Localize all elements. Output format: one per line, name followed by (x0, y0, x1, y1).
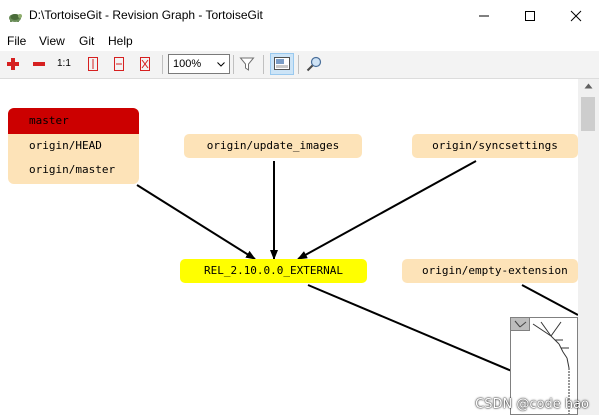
fit-window-button[interactable] (135, 54, 155, 74)
magnifier-icon (306, 56, 322, 72)
branch-origin-master-label: origin/master (29, 163, 116, 176)
zoom-out-button[interactable] (29, 54, 49, 74)
edge-syncsettings-to-tag (297, 160, 477, 260)
toolbar-separator (162, 55, 163, 74)
fit-window-icon (140, 57, 150, 71)
zoom-value: 100% (173, 58, 202, 70)
scroll-thumb[interactable] (581, 97, 595, 131)
toolbar-separator (263, 55, 264, 74)
minus-icon (33, 62, 45, 66)
close-button[interactable] (553, 0, 599, 31)
fit-height-icon (88, 57, 98, 71)
branch-master-label: master (8, 108, 139, 134)
branch-origin-update-images[interactable]: origin/update_images (184, 134, 362, 158)
zoom-dropdown[interactable]: 100% (168, 54, 230, 74)
minimize-button[interactable] (461, 0, 507, 31)
menu-bar: File View Git Help (0, 31, 599, 51)
edge-empty-extension-outgoing (521, 284, 578, 316)
toolbar-separator (233, 55, 234, 74)
funnel-icon (239, 57, 255, 71)
fit-width-icon (114, 57, 124, 71)
branch-group-master[interactable]: master origin/HEAD origin/master (8, 108, 139, 184)
chevron-down-icon (217, 62, 225, 67)
menu-git[interactable]: Git (79, 34, 94, 48)
tortoisegit-app-icon (7, 8, 23, 24)
revision-graph-window: D:\TortoiseGit - Revision Graph - Tortoi… (0, 0, 599, 415)
branch-origin-empty-extension[interactable]: origin/empty-extension (402, 259, 578, 283)
toolbar-separator (298, 55, 299, 74)
show-overview-button[interactable] (270, 53, 294, 75)
branch-origin-syncsettings[interactable]: origin/syncsettings (412, 134, 578, 158)
fit-width-button[interactable] (109, 54, 129, 74)
tag-rel-2-10-external[interactable]: REL_2.10.0.0_EXTERNAL (180, 259, 367, 283)
one-to-one-label: 1:1 (57, 58, 71, 69)
plus-icon (7, 58, 19, 70)
find-button[interactable] (304, 54, 324, 74)
fit-height-button[interactable] (83, 54, 103, 74)
minimize-icon (479, 15, 489, 17)
revision-graph-canvas[interactable]: master origin/HEAD origin/master origin/… (0, 79, 578, 415)
title-bar: D:\TortoiseGit - Revision Graph - Tortoi… (0, 0, 599, 31)
vertical-scrollbar[interactable] (578, 79, 599, 415)
menu-file[interactable]: File (7, 34, 26, 48)
window-title: D:\TortoiseGit - Revision Graph - Tortoi… (29, 8, 263, 22)
zoom-in-button[interactable] (3, 54, 23, 74)
watermark-text: CSDN @code hao (475, 397, 589, 412)
toolbar: 1:1 100% (0, 51, 599, 79)
zoom-original-button[interactable]: 1:1 (55, 54, 75, 74)
menu-help[interactable]: Help (108, 34, 133, 48)
overview-icon (274, 57, 290, 70)
filter-button[interactable] (237, 54, 257, 74)
menu-view[interactable]: View (39, 34, 65, 48)
scroll-up-icon[interactable] (584, 83, 593, 89)
edge-master-to-tag (136, 184, 256, 260)
maximize-button[interactable] (507, 0, 553, 31)
close-icon (570, 10, 582, 22)
branch-origin-head-label: origin/HEAD (29, 139, 102, 152)
maximize-icon (525, 11, 535, 21)
